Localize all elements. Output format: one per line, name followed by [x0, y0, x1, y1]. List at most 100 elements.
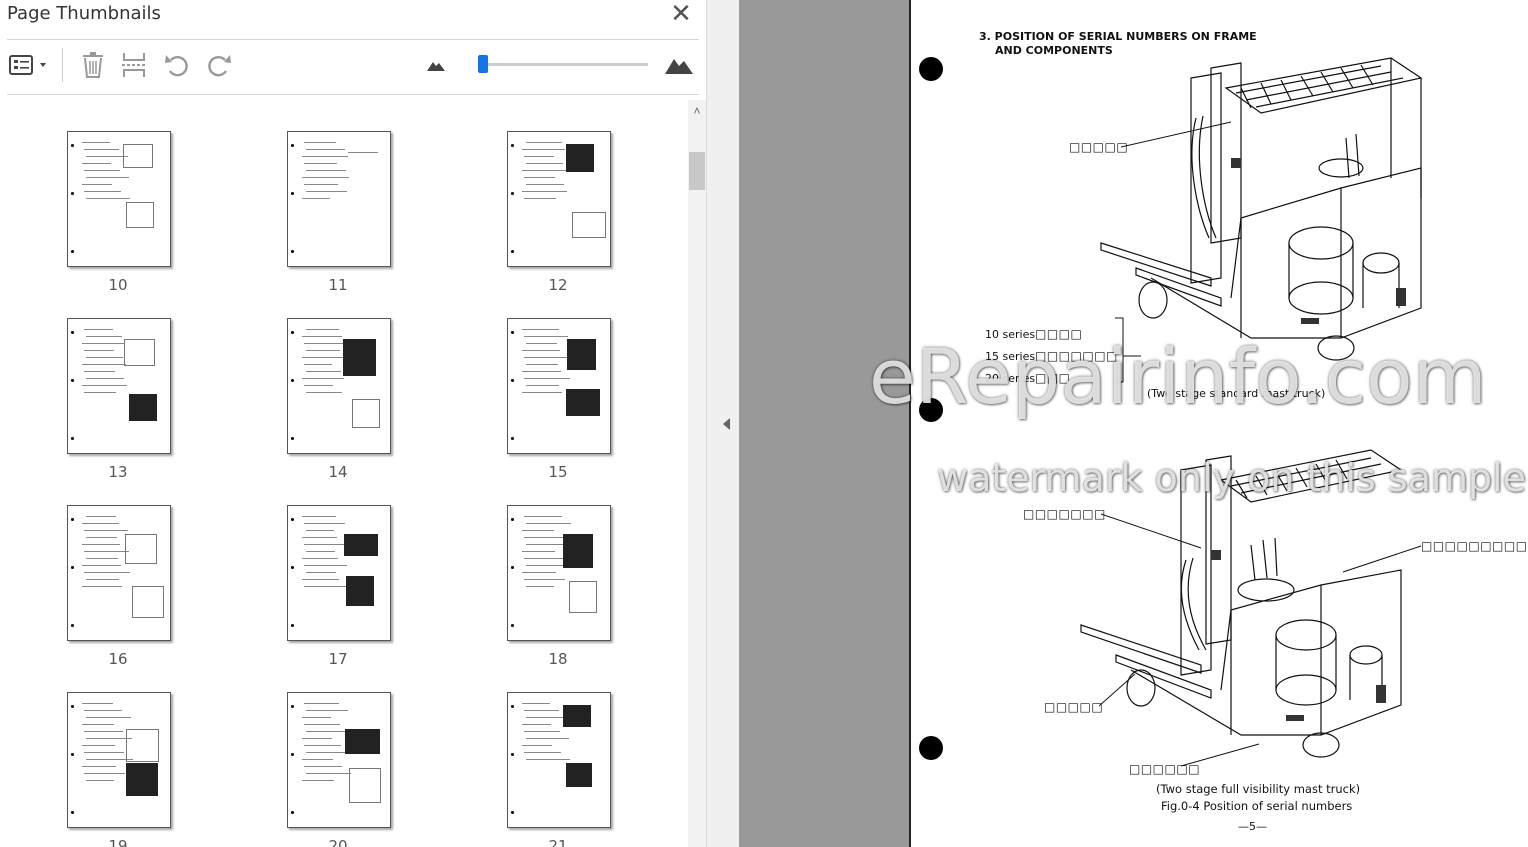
document-viewer[interactable]: 3. POSITION OF SERIAL NUMBERS ON FRAME A… [739, 0, 1528, 847]
thumbnail-binder-hole [71, 753, 74, 756]
thumbnail-text-line [526, 364, 558, 365]
thumbnail-text-line [302, 357, 343, 358]
delete-pages-button[interactable] [78, 50, 108, 80]
page-thumbnail-number: 15 [548, 463, 568, 481]
thumbnail-text-line [82, 565, 121, 566]
thumbnail-text-line [84, 752, 124, 753]
thumbnail-text-line [304, 745, 341, 746]
page-thumbnail[interactable] [67, 692, 171, 828]
page-thumbnail[interactable] [287, 318, 391, 454]
thumbnail-text-line [306, 530, 334, 531]
serial-box-top: □□□□□ [1069, 140, 1129, 154]
page-thumbnail[interactable] [67, 505, 171, 641]
thumbnail-binder-hole [511, 437, 514, 440]
thumbnail-figure [123, 144, 153, 168]
thumbnail-binder-hole [291, 566, 294, 569]
panel-title: Page Thumbnails [7, 3, 161, 24]
thumbnail-figure [566, 144, 594, 172]
thumbnail-figure [349, 768, 381, 803]
thumbnail-binder-hole [71, 192, 74, 195]
rotate-counterclockwise-button[interactable] [162, 50, 192, 80]
thumbnail-binder-hole [291, 518, 294, 521]
page-thumbnail-number: 18 [548, 650, 568, 668]
thumbnail-text-line [304, 364, 332, 365]
rotate-clockwise-button[interactable] [204, 50, 234, 80]
thumbnail-binder-hole [71, 144, 74, 147]
thumbnail-text-line [304, 724, 340, 725]
thumbnail-figure [566, 389, 600, 416]
thumbnail-text-line [524, 516, 562, 517]
thumbnail-text-line [84, 149, 119, 150]
thumbnail-text-line [524, 752, 561, 753]
thumbnail-text-line [522, 191, 567, 192]
thumbnail-text-line [82, 724, 114, 725]
thumbnail-text-line [86, 558, 118, 559]
page-thumbnail-number: 20 [328, 837, 348, 847]
thumbnail-binder-hole [291, 192, 294, 195]
thumbnail-figure [345, 729, 380, 754]
insert-pages-button[interactable] [119, 50, 149, 80]
thumbnail-text-line [526, 717, 568, 718]
zoom-out-thumbnails-button[interactable] [421, 50, 451, 80]
page-thumbnail[interactable] [507, 505, 611, 641]
page-thumbnail[interactable] [287, 505, 391, 641]
rotate-counterclockwise-icon [165, 55, 188, 77]
thumbnail-binder-hole [291, 250, 294, 253]
page-thumbnail[interactable] [287, 131, 391, 267]
zoom-in-thumbnails-button[interactable] [664, 50, 694, 80]
scrollbar-thumb[interactable] [689, 152, 705, 190]
thumbnail-text-line [526, 759, 570, 760]
thumbnail-text-line [84, 551, 129, 552]
leader-line [1342, 545, 1422, 573]
thumbnail-text-line [304, 565, 347, 566]
thumbnail-binder-hole [511, 331, 514, 334]
thumbnail-options-icon [9, 55, 46, 75]
page-thumbnail[interactable] [507, 131, 611, 267]
thumbnail-text-line [86, 177, 129, 178]
slider-handle[interactable] [478, 55, 489, 73]
thumbnail-binder-hole [291, 331, 294, 334]
thumbnail-text-line [86, 780, 114, 781]
thumbnail-figure [343, 339, 376, 376]
thumbnail-binder-hole [511, 518, 514, 521]
collapse-panel-arrow-icon[interactable] [723, 418, 730, 430]
thumbnail-scrollbar[interactable]: ˄ [688, 100, 706, 847]
page-thumbnail[interactable] [67, 131, 171, 267]
thumbnail-text-line [302, 579, 339, 580]
thumbnail-binder-hole [71, 250, 74, 253]
thumbnail-text-line [306, 572, 336, 573]
thumbnail-text-line [302, 378, 344, 379]
thumbnail-text-line [84, 170, 120, 171]
leader-line [1101, 513, 1202, 549]
thumbnail-text-line [524, 198, 556, 199]
series-label: 10 series [985, 328, 1036, 341]
thumbnail-text-line [302, 156, 348, 157]
thumbnail-text-line [522, 551, 555, 552]
thumbnail-figure [569, 581, 597, 613]
thumbnail-text-line [86, 378, 124, 379]
serial-box-right-mid: □□□□□□□□□ [1421, 539, 1528, 553]
thumbnail-text-line [84, 572, 130, 573]
thumbnail-text-line [306, 371, 341, 372]
thumbnail-size-slider[interactable] [478, 55, 648, 73]
thumbnail-text-line [522, 745, 552, 746]
thumbnail-text-line [302, 516, 336, 517]
scroll-up-arrow[interactable]: ˄ [688, 100, 706, 122]
page-thumbnail[interactable] [287, 692, 391, 828]
thumbnail-figure [126, 729, 159, 762]
thumbnail-options-button[interactable] [6, 50, 50, 80]
thumbnail-text-line [82, 142, 110, 143]
close-panel-button[interactable]: ✕ [670, 0, 692, 26]
panel-splitter[interactable] [706, 0, 740, 847]
thumbnail-figure [344, 534, 378, 556]
page-thumbnails-panel: Page Thumbnails ✕ 10 11 12 13 14 15 16 1… [0, 0, 706, 847]
page-thumbnail[interactable] [507, 318, 611, 454]
thumbnail-text-line [302, 738, 332, 739]
thumbnail-text-line [82, 544, 120, 545]
thumbnail-text-line [302, 717, 331, 718]
thumbnail-text-line [522, 149, 565, 150]
thumbnail-binder-hole [71, 437, 74, 440]
page-thumbnail[interactable] [67, 318, 171, 454]
page-thumbnail[interactable] [507, 692, 611, 828]
thumbnail-binder-hole [71, 566, 74, 569]
